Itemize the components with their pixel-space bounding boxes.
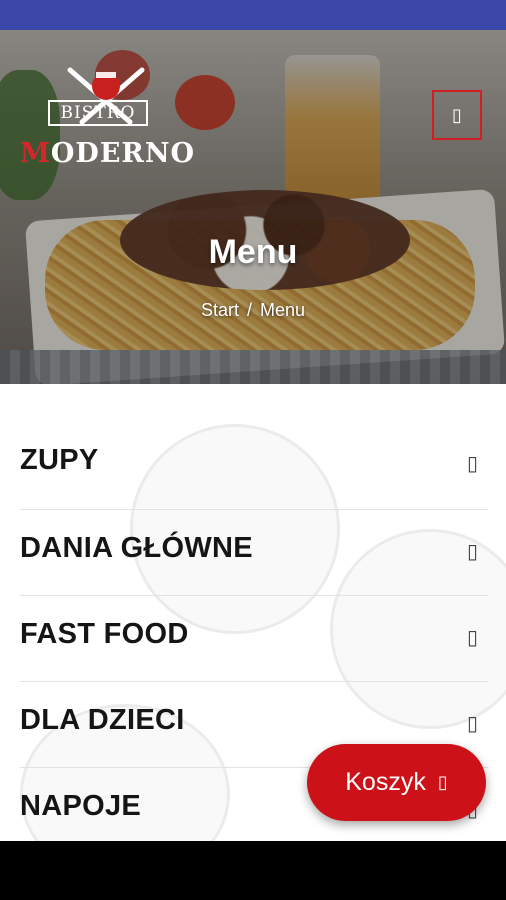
cart-icon: ▯ bbox=[437, 772, 448, 793]
category-label: FAST FOOD bbox=[20, 618, 189, 650]
status-bar bbox=[0, 0, 506, 30]
breadcrumb-current: Menu bbox=[260, 300, 306, 320]
breadcrumb: Start / Menu bbox=[0, 300, 506, 321]
category-item-fast-food[interactable]: FAST FOOD ▯ bbox=[20, 596, 488, 682]
category-item-zupy[interactable]: ZUPY ▯ bbox=[20, 422, 488, 510]
category-label: DLA DZIECI bbox=[20, 704, 185, 736]
menu-icon: ▯ bbox=[452, 104, 462, 126]
category-item-dania-glowne[interactable]: DANIA GŁÓWNE ▯ bbox=[20, 510, 488, 596]
system-navigation-bar bbox=[0, 841, 506, 900]
logo-name-initial: M bbox=[20, 138, 51, 169]
category-label: DANIA GŁÓWNE bbox=[20, 532, 253, 564]
cart-label: Koszyk bbox=[345, 768, 426, 796]
logo-bistro-text: BISTRO bbox=[48, 100, 148, 126]
logo-name: MODERNO bbox=[20, 138, 195, 169]
chevron-right-icon: ▯ bbox=[466, 625, 478, 649]
chevron-right-icon: ▯ bbox=[466, 539, 478, 563]
breadcrumb-home-link[interactable]: Start bbox=[201, 300, 239, 320]
category-label: ZUPY bbox=[20, 444, 99, 476]
category-label: NAPOJE bbox=[20, 790, 142, 822]
hamburger-menu-button[interactable]: ▯ bbox=[432, 90, 482, 140]
logo-name-rest: ODERNO bbox=[50, 138, 196, 169]
page-title: Menu bbox=[208, 233, 298, 271]
breadcrumb-separator: / bbox=[246, 300, 252, 320]
chevron-right-icon: ▯ bbox=[466, 711, 478, 735]
chevron-right-icon: ▯ bbox=[466, 451, 478, 475]
cart-button[interactable]: Koszyk ▯ bbox=[307, 744, 486, 821]
